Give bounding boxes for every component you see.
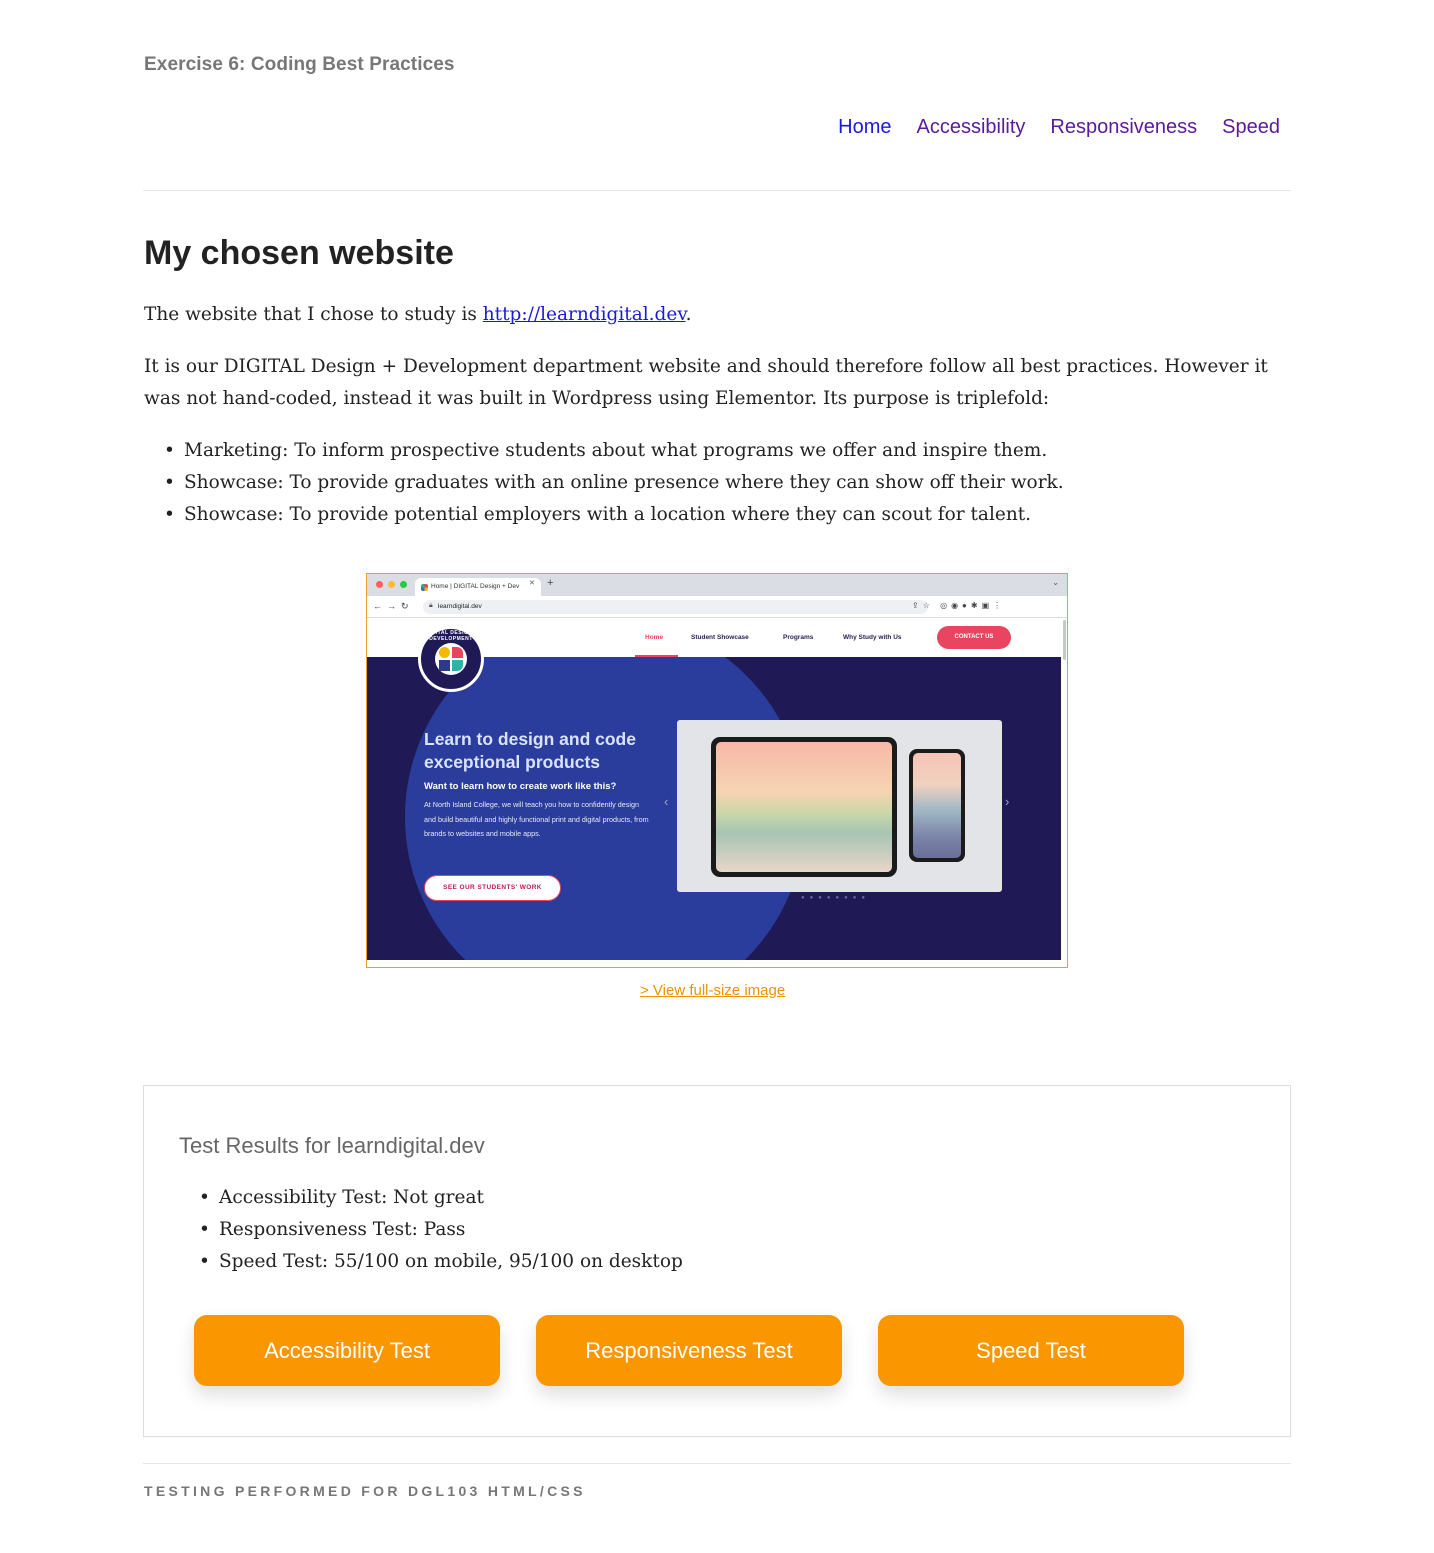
extension-icons: ⇪☆ ◎◉●✱▣⋮: [912, 601, 1006, 610]
browser-tab: Home | DIGITAL Design + Dev: [415, 578, 541, 596]
page-heading: My chosen website: [144, 234, 454, 272]
website-link[interactable]: http://learndigital.dev: [483, 304, 686, 325]
intro-suffix: .: [685, 304, 692, 325]
list-item: Accessibility Test: Not great: [199, 1182, 683, 1214]
accessibility-test-button[interactable]: Accessibility Test: [194, 1315, 500, 1386]
website-screenshot[interactable]: Home | DIGITAL Design + Dev ✕ + ⌄ ←→↻ 🔒︎…: [366, 573, 1068, 968]
list-item: Showcase: To provide graduates with an o…: [164, 467, 1064, 499]
hero-button: SEE OUR STUDENTS' WORK: [424, 875, 561, 901]
department-logo: DIGITAL DESIGN • DEVELOPMENT: [418, 626, 484, 692]
screenshot-nav-programs: Programs: [783, 634, 814, 641]
list-item: Showcase: To provide potential employers…: [164, 499, 1064, 531]
responsiveness-test-button[interactable]: Responsiveness Test: [536, 1315, 842, 1386]
screenshot-hero: Learn to design and code exceptional pro…: [367, 657, 1061, 960]
lock-icon: 🔒︎: [429, 602, 433, 609]
logo-shape: [452, 660, 463, 671]
logo-shape: [439, 660, 450, 671]
new-tab-icon: +: [547, 577, 554, 589]
main-nav: Home Accessibility Responsiveness Speed: [838, 116, 1280, 139]
screenshot-contact-button: CONTACT US: [937, 626, 1011, 649]
nav-accessibility-link[interactable]: Accessibility: [916, 116, 1025, 139]
device-mockup-card: [677, 720, 1002, 892]
screenshot-scrollbar: [1063, 620, 1066, 660]
screenshot-nav-home: Home: [645, 634, 664, 641]
close-dot-icon: [376, 581, 383, 588]
test-results-list: Accessibility Test: Not great Responsive…: [199, 1182, 683, 1278]
minimize-dot-icon: [388, 581, 395, 588]
logo-shape: [452, 647, 463, 658]
hero-body: At North Island College, we will teach y…: [424, 800, 649, 838]
view-full-size-link[interactable]: > View full-size image: [640, 982, 785, 999]
test-results-panel: Test Results for learndigital.dev Access…: [143, 1085, 1291, 1437]
hero-subheading: Want to learn how to create work like th…: [424, 781, 617, 792]
footer-text: TESTING PERFORMED FOR DGL103 HTML/CSS: [144, 1483, 586, 1499]
test-results-title: Test Results for learndigital.dev: [179, 1133, 485, 1158]
chevron-down-icon: ⌄: [1052, 578, 1059, 587]
tab-close-icon: ✕: [529, 580, 535, 587]
logo-ring-text: DIGITAL DESIGN • DEVELOPMENT: [425, 630, 477, 642]
url-field: 🔒︎ learndigital.dev: [423, 600, 928, 614]
browser-tab-bar: Home | DIGITAL Design + Dev ✕ + ⌄: [367, 574, 1067, 596]
favicon-icon: [421, 584, 428, 591]
header-divider: [143, 190, 1291, 191]
maximize-dot-icon: [400, 581, 407, 588]
site-title: Exercise 6: Coding Best Practices: [144, 54, 455, 75]
chevron-left-icon: ‹: [664, 794, 669, 809]
logo-shape: [439, 647, 450, 658]
list-item: Speed Test: 55/100 on mobile, 95/100 on …: [199, 1246, 683, 1278]
list-item: Responsiveness Test: Pass: [199, 1214, 683, 1246]
description-paragraph: It is our DIGITAL Design + Development d…: [144, 356, 1268, 409]
intro-prefix: The website that I chose to study is: [144, 304, 483, 325]
intro-paragraph: The website that I chose to study is htt…: [144, 299, 691, 331]
screenshot-nav-why-study: Why Study with Us: [843, 634, 902, 641]
list-item: Marketing: To inform prospective student…: [164, 435, 1064, 467]
browser-nav-icons: ←→↻: [373, 601, 414, 611]
chevron-right-icon: ›: [1005, 794, 1010, 809]
nav-home-link[interactable]: Home: [838, 116, 891, 139]
hero-heading: Learn to design and code exceptional pro…: [424, 729, 636, 772]
screenshot-nav-showcase: Student Showcase: [691, 634, 749, 641]
browser-tab-title: Home | DIGITAL Design + Dev: [431, 583, 520, 590]
phone-mockup: [909, 749, 965, 862]
nav-speed-link[interactable]: Speed: [1222, 116, 1280, 139]
browser-address-bar: ←→↻ 🔒︎ learndigital.dev ⇪☆ ◎◉●✱▣⋮: [367, 596, 1067, 618]
tablet-mockup: [711, 737, 897, 877]
speed-test-button[interactable]: Speed Test: [878, 1315, 1184, 1386]
footer-divider: [143, 1463, 1291, 1464]
purpose-list: Marketing: To inform prospective student…: [164, 435, 1064, 531]
carousel-dots: ●●●●●●●●: [801, 895, 870, 901]
nav-responsiveness-link[interactable]: Responsiveness: [1050, 116, 1197, 139]
url-text: learndigital.dev: [438, 603, 482, 610]
